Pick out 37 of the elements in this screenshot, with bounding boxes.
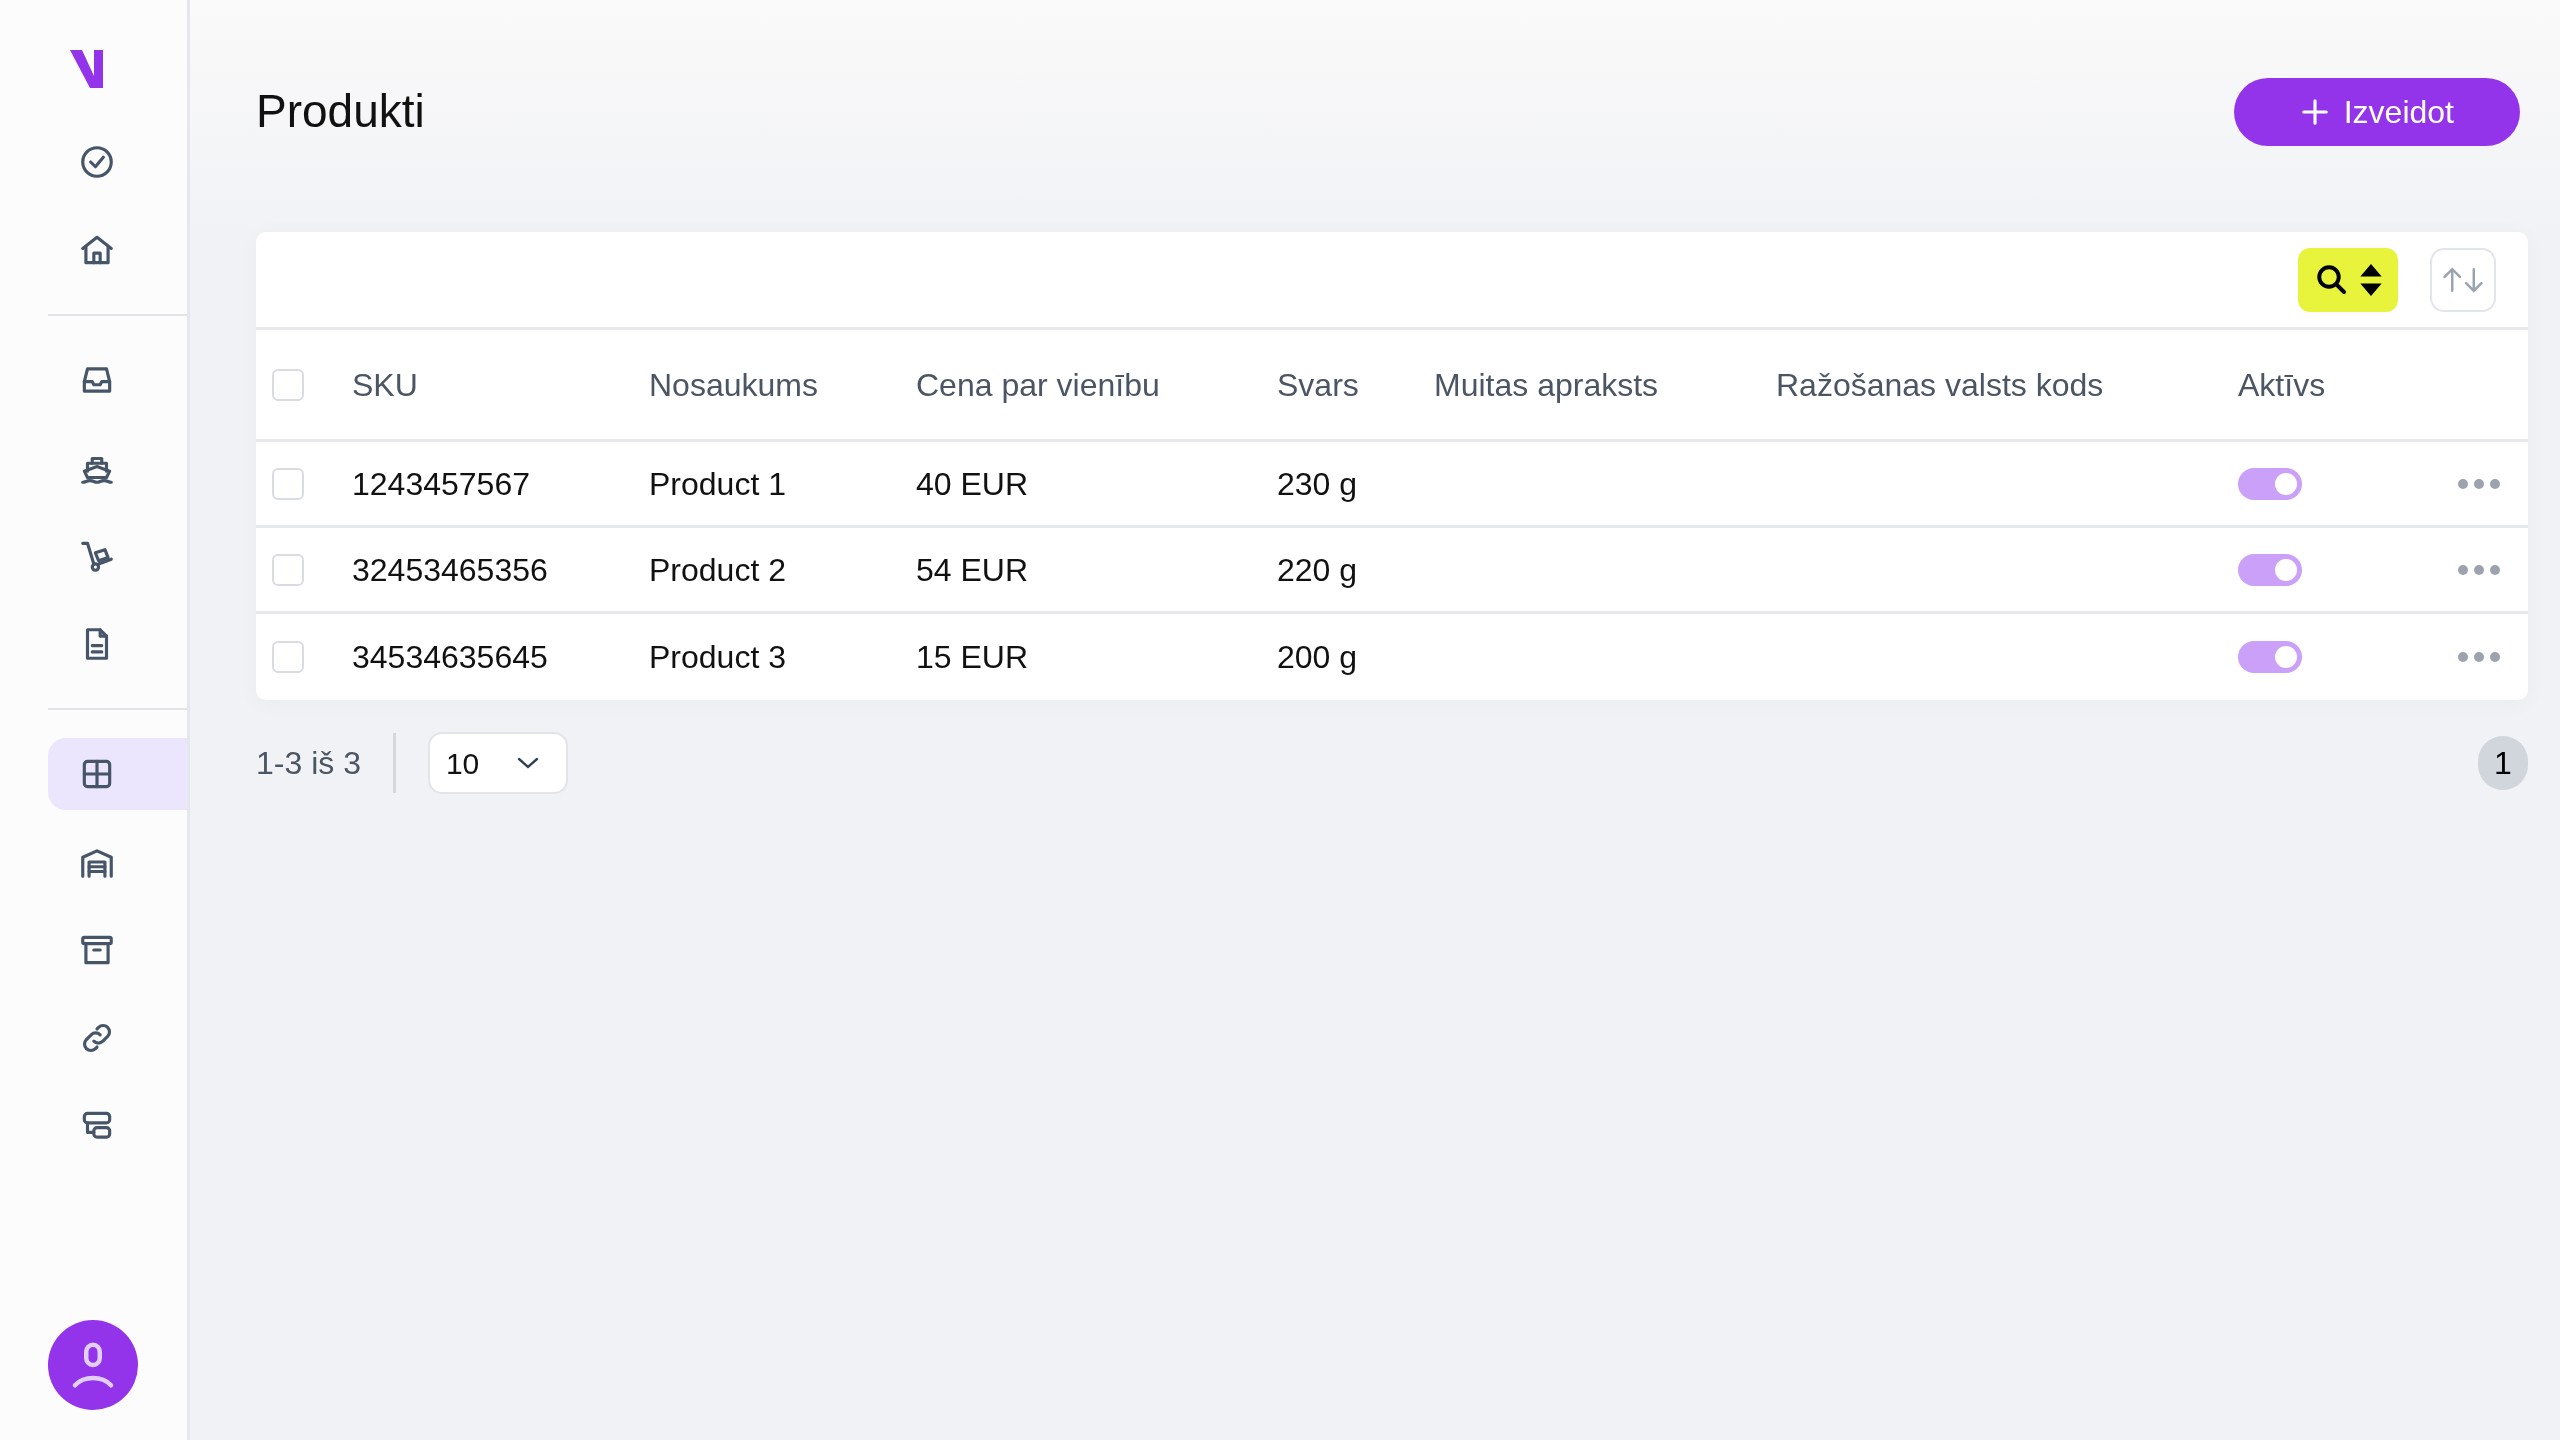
table-cell-text: 40 EUR bbox=[916, 464, 1029, 504]
toggle-switch[interactable] bbox=[2238, 553, 2302, 586]
search-filter-button[interactable] bbox=[2298, 247, 2398, 312]
table-cell-text: 1243457567 bbox=[352, 464, 530, 504]
range-text: 1-3 iš 3 bbox=[256, 744, 361, 783]
column-header: Nosaukums bbox=[649, 365, 818, 405]
checkbox[interactable] bbox=[272, 641, 304, 673]
sort-icon bbox=[2360, 263, 2382, 296]
column-header: Ražošanas valsts kods bbox=[1776, 365, 2104, 405]
column-header: Cena par vienību bbox=[916, 365, 1160, 405]
table-cell-text: Product 2 bbox=[649, 550, 786, 590]
table-cell-text: Product 3 bbox=[649, 638, 786, 677]
table-cell-text: 34534635645 bbox=[352, 638, 548, 677]
column-header: Muitas apraksts bbox=[1434, 365, 1659, 405]
column-header: Aktīvs bbox=[2238, 365, 2326, 405]
create-button[interactable]: Izveidot bbox=[2233, 78, 2520, 146]
up-down-arrows-icon bbox=[2443, 266, 2483, 293]
column-header: SKU bbox=[352, 365, 418, 405]
table-cell-text: 32453465356 bbox=[352, 550, 548, 590]
table-cell-text: 200 g bbox=[1277, 638, 1358, 677]
page-button[interactable]: 1 bbox=[2478, 736, 2528, 790]
table-cell-text: 230 g bbox=[1277, 464, 1358, 504]
toggle-switch[interactable] bbox=[2238, 641, 2302, 673]
table-cell-text: 220 g bbox=[1277, 550, 1358, 590]
column-header: Svars bbox=[1277, 365, 1359, 405]
table-cell-text: Product 1 bbox=[649, 464, 786, 504]
page-title: Produkti bbox=[256, 84, 425, 140]
chevron-down-icon bbox=[515, 756, 540, 770]
page-size-select[interactable]: 10 bbox=[427, 732, 568, 794]
checkbox[interactable] bbox=[272, 368, 304, 401]
plus-icon bbox=[2299, 97, 2330, 127]
checkbox[interactable] bbox=[272, 467, 304, 500]
toggle-switch[interactable] bbox=[2238, 467, 2302, 500]
sidebar-item[interactable] bbox=[48, 738, 187, 810]
table-cell-text: 15 EUR bbox=[916, 638, 1029, 677]
checkbox[interactable] bbox=[272, 553, 304, 586]
table-cell-text: 54 EUR bbox=[916, 550, 1029, 590]
